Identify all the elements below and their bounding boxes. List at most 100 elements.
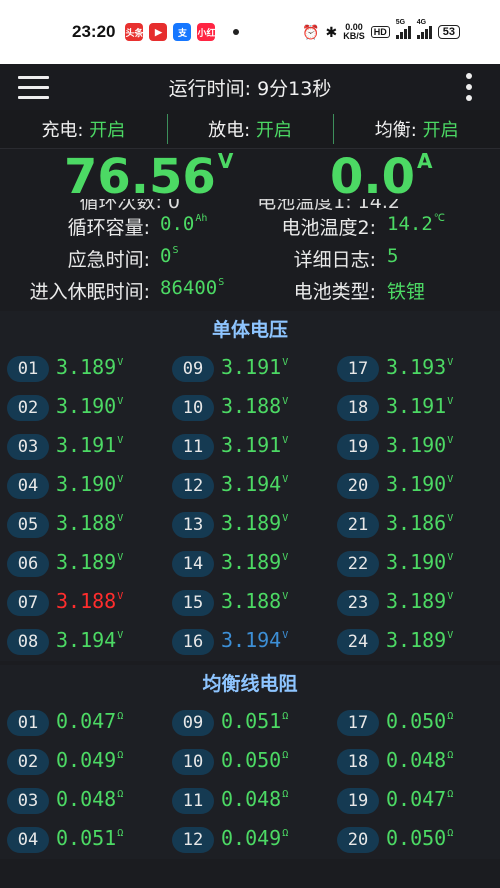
status-bar: 23:20 头条 ▶ 支小红 ⏰ ✱ 0.00 KB/S HD 5G 4G 53 [0,0,500,64]
voltage-cell-number: 07 [7,590,49,616]
charge-state: 开启 [89,120,126,141]
cycle-capacity-value: 0.0Ah [160,213,208,235]
voltage-cell-value: 3.194V [221,628,289,652]
battery-type-value: 铁锂 [387,281,426,303]
voltage-cell-value: 3.190V [56,472,124,496]
resistance-cell: 03 0.048Ω [0,781,165,820]
voltage-cell: 01 3.189V [0,349,165,388]
voltage-cell-value: 3.193V [386,355,454,379]
voltage-cell-value: 3.186V [386,511,454,535]
resistance-cell-number: 04 [7,827,49,853]
voltage-cell: 04 3.190V [0,466,165,505]
voltage-cell-value: 3.189V [386,628,454,652]
voltage-cell-value: 3.194V [56,628,124,652]
alipay-icon: 支 [173,23,192,41]
voltage-cell: 22 3.190V [330,544,500,583]
voltage-cell-value: 3.191V [221,355,289,379]
resistance-cell-number: 01 [7,710,49,736]
video-icon: ▶ [149,23,168,41]
cycle-capacity-label: 循环容量: [67,217,150,239]
voltage-cell-number: 24 [337,629,379,655]
discharge-switch[interactable]: 放电: 开启 [166,114,334,144]
voltage-cell-value: 3.188V [56,511,124,535]
signal-4g-label: 4G [416,19,427,26]
resistance-cell-number: 17 [337,710,379,736]
status-right: ⏰ ✱ 0.00 KB/S HD 5G 4G 53 [302,19,460,41]
resistance-cell-number: 09 [172,710,214,736]
resistance-cell: 10 0.050Ω [165,742,330,781]
voltage-cell: 13 3.189V [165,505,330,544]
info-row: 应急时间: 0S 详细日志: 5 [0,241,500,273]
toutiao-icon: 头条 [125,23,144,41]
detail-log-label: 详细日志: [293,249,376,271]
emergency-time-label: 应急时间: [67,249,150,271]
voltage-cell-number: 03 [7,434,49,460]
balance-label: 均衡: [374,120,423,141]
resistance-cell-number: 10 [172,749,214,775]
shop-icon: 小红 [197,23,216,41]
resistance-cell-number: 18 [337,749,379,775]
voltage-cell-number: 10 [172,395,214,421]
signal-5g-label: 5G [395,19,406,26]
resistance-cell-value: 0.048Ω [221,787,289,811]
resistance-cell-value: 0.050Ω [386,826,454,850]
sleep-time-label: 进入休眠时间: [29,281,150,303]
voltage-cell-number: 19 [337,434,379,460]
voltage-cell-value: 3.189V [221,550,289,574]
resistance-cell-value: 0.050Ω [221,748,289,772]
more-options-icon[interactable] [466,73,472,106]
network-speed: 0.00 KB/S [343,23,365,41]
charge-label: 充电: [41,120,90,141]
voltage-cell-value: 3.189V [386,589,454,613]
resistance-cell-value: 0.049Ω [56,748,124,772]
resistance-cell-number: 02 [7,749,49,775]
wire-resistance-grid: 01 0.047Ω 09 0.051Ω 17 0.050Ω 02 0.049Ω 10 0.050Ω… [0,703,500,859]
signal-5g-icon: 5G [395,19,411,39]
voltage-cell-number: 09 [172,356,214,382]
total-voltage-unit: V [217,149,234,173]
resistance-cell-value: 0.047Ω [386,787,454,811]
voltage-cell: 03 3.191V [0,427,165,466]
voltage-cell: 05 3.188V [0,505,165,544]
detail-log-value[interactable]: 5 [387,245,398,267]
alarm-icon: ⏰ [302,23,320,40]
voltage-cell-value: 3.188V [56,589,124,613]
voltage-cell-value: 3.191V [386,394,454,418]
total-voltage-value: 76.56 [64,149,216,205]
voltage-cell: 18 3.191V [330,388,500,427]
voltage-cell: 19 3.190V [330,427,500,466]
battery-type-label: 电池类型: [293,281,376,303]
voltage-cell: 17 3.193V [330,349,500,388]
menu-icon[interactable] [18,76,49,99]
app-bar: 运行时间: 9分13秒 [0,64,500,110]
voltage-cell-value: 3.191V [56,433,124,457]
runtime-title: 运行时间: 9分13秒 [168,77,332,100]
voltage-cell-number: 01 [7,356,49,382]
voltage-cell-number: 14 [172,551,214,577]
charge-switch[interactable]: 充电: 开启 [0,116,167,142]
resistance-cell: 09 0.051Ω [165,703,330,742]
total-current-unit: A [417,149,433,173]
battery-temp-2-value: 14.2℃ [387,213,445,235]
voltage-cell-value: 3.189V [56,355,124,379]
resistance-cell: 11 0.048Ω [165,781,330,820]
voltage-cell-number: 06 [7,551,49,577]
balance-switch[interactable]: 均衡: 开启 [333,114,500,144]
resistance-cell-number: 12 [172,827,214,853]
resistance-cell: 12 0.049Ω [165,820,330,859]
voltage-cell-number: 11 [172,434,214,460]
discharge-state: 开启 [255,120,292,141]
battery-icon: 53 [437,25,460,39]
resistance-cell-value: 0.048Ω [56,787,124,811]
voltage-cell-value: 3.190V [386,433,454,457]
emergency-time-value: 0S [160,245,179,267]
voltage-cell: 20 3.190V [330,466,500,505]
more-notifications-dot [233,29,240,35]
cell-voltage-title: 单体电压 [211,319,288,341]
discharge-label: 放电: [208,120,256,141]
total-voltage: 76.56 V [64,149,233,205]
balance-state: 开启 [422,120,459,141]
switch-bar: 充电: 开启 放电: 开启 均衡: 开启 [0,110,500,149]
voltage-cell-number: 20 [337,473,379,499]
sleep-time-value: 86400S [160,277,225,299]
